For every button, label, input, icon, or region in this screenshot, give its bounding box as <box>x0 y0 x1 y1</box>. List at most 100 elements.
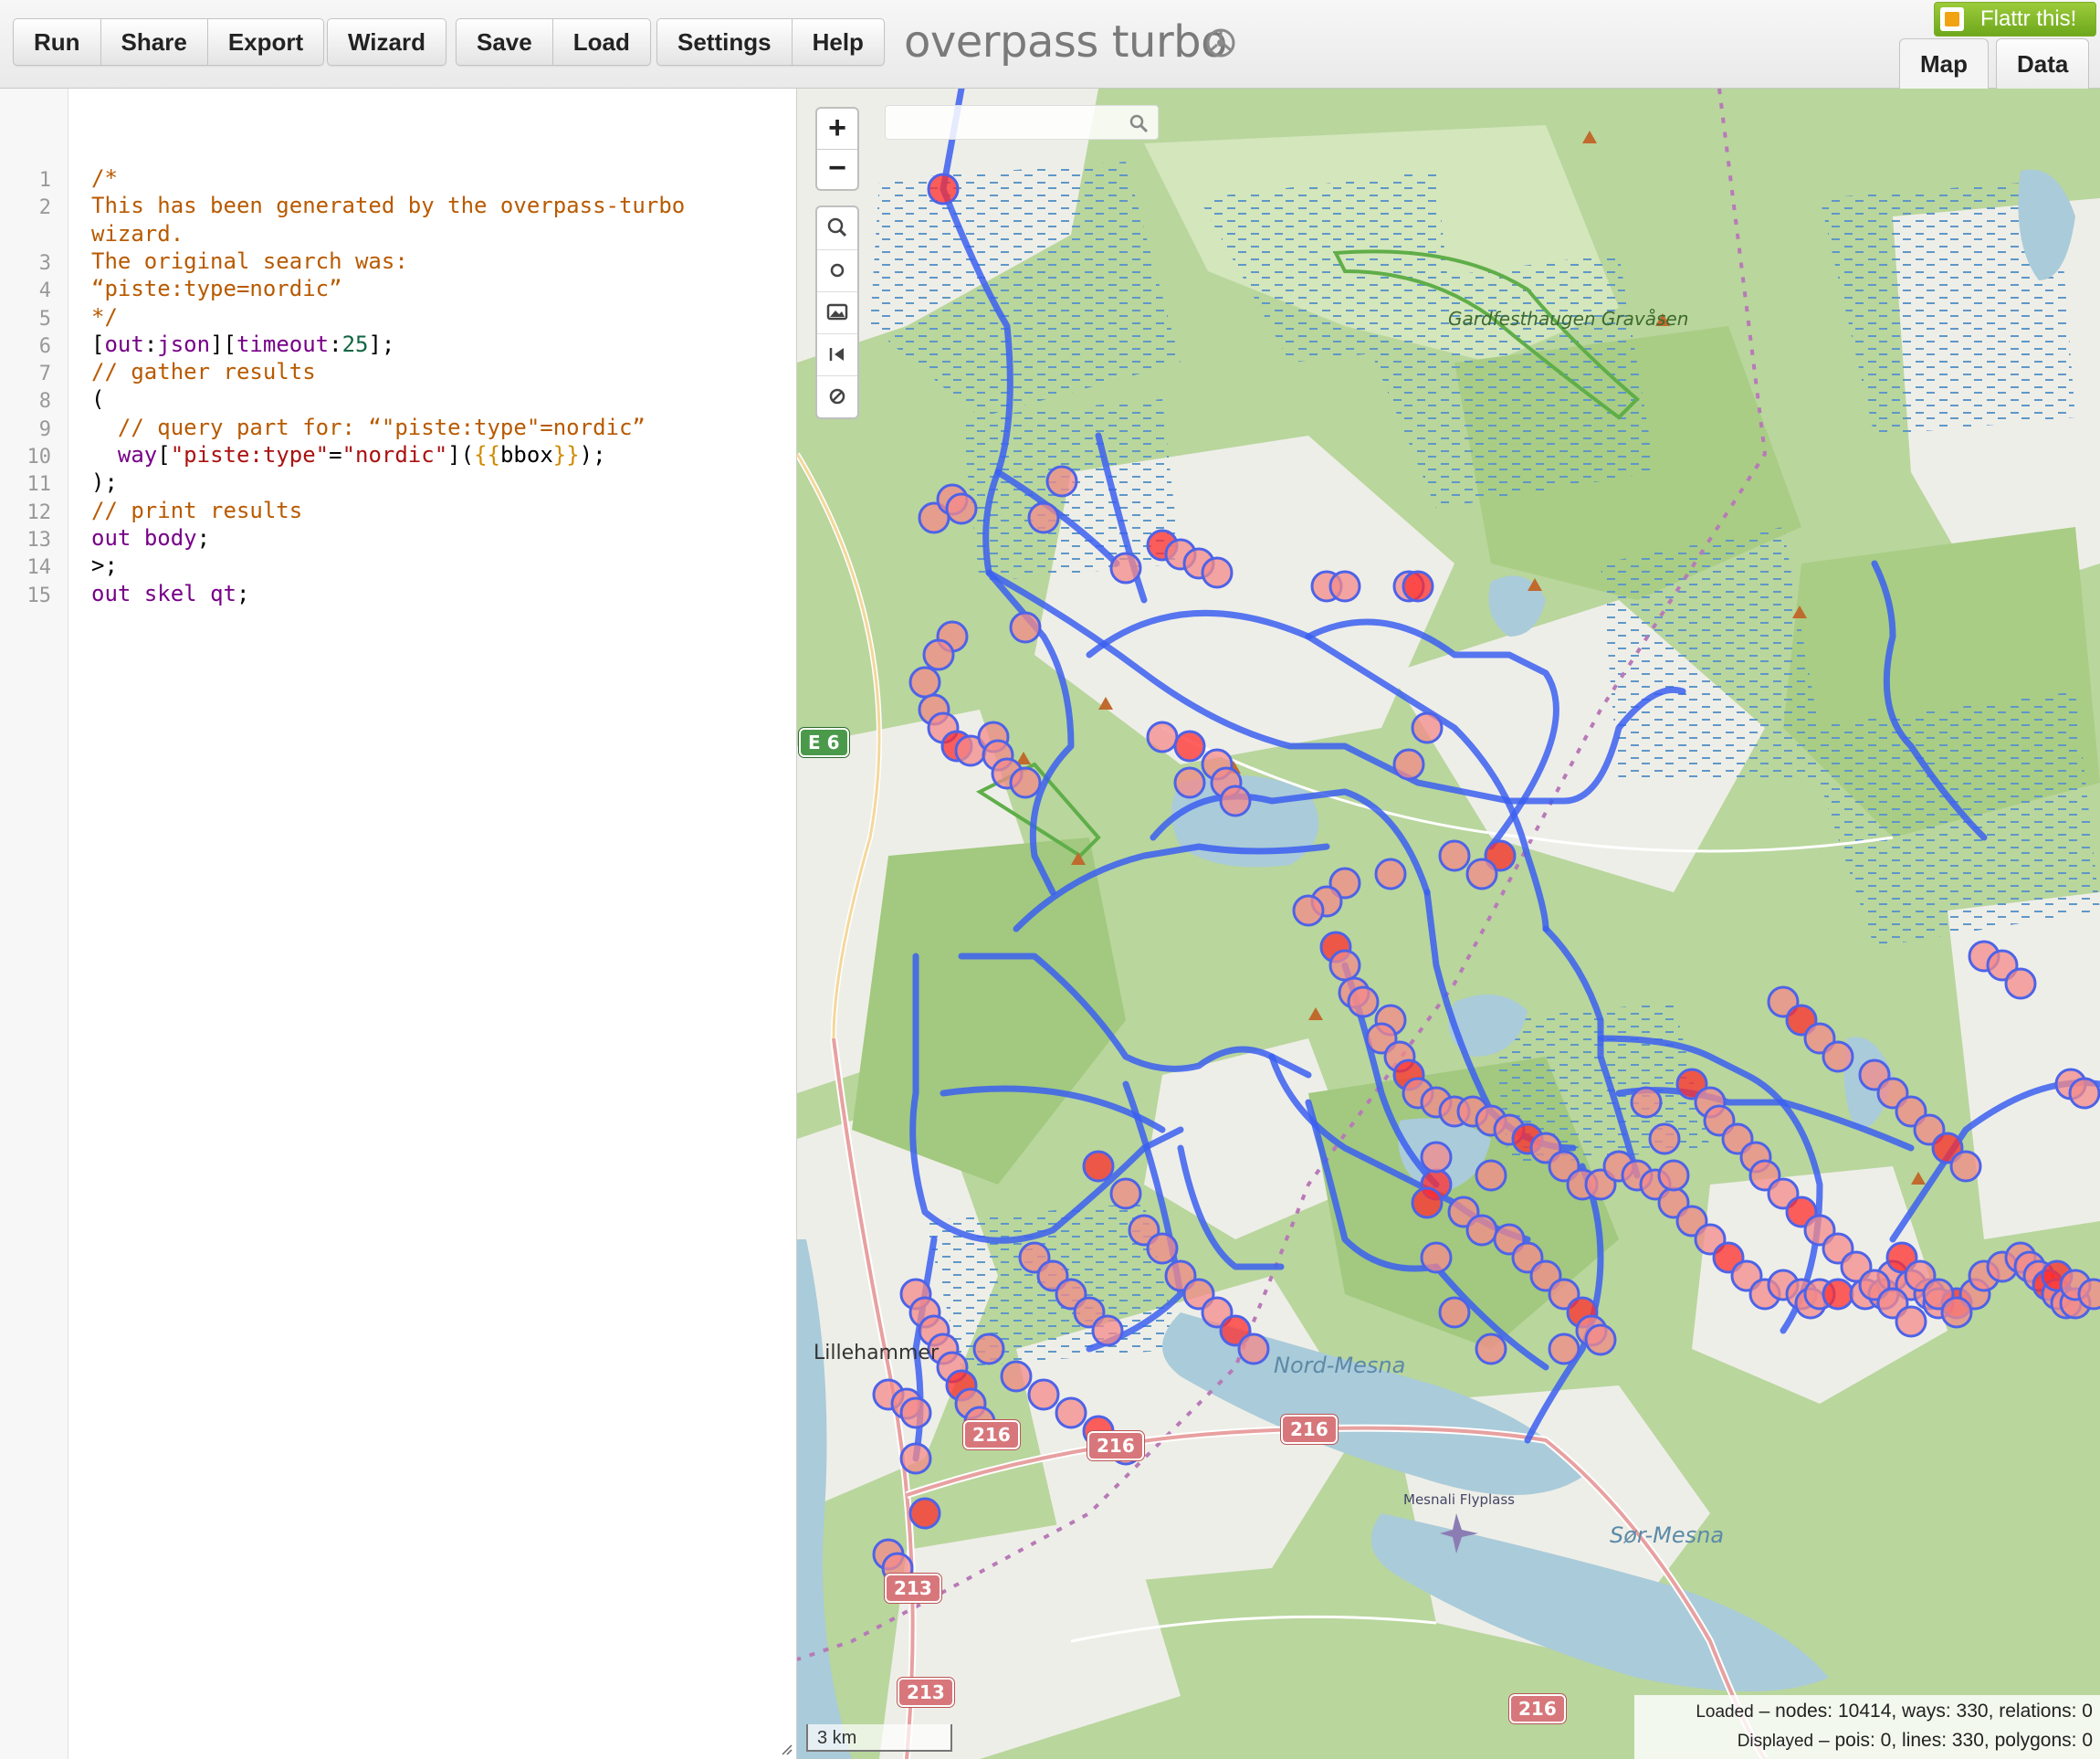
stats-loaded-label: Loaded <box>1696 1702 1754 1722</box>
run-share-export-group: Run Share Export <box>13 18 325 66</box>
piste-node-marker <box>1091 1314 1124 1347</box>
piste-node-marker <box>1657 1159 1690 1192</box>
piste-node-marker <box>922 638 955 671</box>
code-line: /* <box>91 165 118 191</box>
piste-node-marker <box>1237 1332 1270 1365</box>
line-number: 9 <box>38 417 51 441</box>
code-line: wizard. <box>91 220 184 247</box>
clear-data-button[interactable] <box>817 375 857 417</box>
previous-icon <box>829 348 844 361</box>
piste-node-marker <box>908 666 941 699</box>
piste-node-marker <box>1895 1305 1927 1338</box>
piste-node-marker <box>899 1442 932 1475</box>
piste-node-marker <box>1402 570 1434 603</box>
code-line: ); <box>91 469 118 496</box>
piste-node-marker <box>1328 570 1361 603</box>
locate-button[interactable] <box>817 249 857 292</box>
data-stats: Loaded – nodes: 10414, ways: 330, relati… <box>1634 1695 2100 1759</box>
line-number: 2 <box>38 196 51 220</box>
code-line: This has been generated by the overpass-… <box>91 193 686 219</box>
code-line: >; <box>91 553 118 579</box>
piste-node-marker <box>1420 1241 1453 1274</box>
code-line: The original search was: <box>91 248 408 274</box>
export-image-button[interactable] <box>817 291 857 334</box>
settings-help-group: Settings Help <box>656 18 885 66</box>
code-line: out body; <box>91 524 211 551</box>
piste-node-marker <box>1438 1296 1471 1329</box>
help-button[interactable]: Help <box>793 19 884 65</box>
line-number: 15 <box>26 584 52 607</box>
piste-node-marker <box>1009 766 1042 799</box>
piste-node-marker <box>1173 730 1206 763</box>
piste-node-marker <box>1584 1323 1617 1356</box>
piste-node-marker <box>1045 465 1078 498</box>
airport-label: Mesnali Flyplass <box>1403 1491 1515 1508</box>
piste-node-marker <box>1146 721 1179 753</box>
line-number: 5 <box>38 307 51 331</box>
map-view[interactable]: Gardfesthaugen Gravåsen Nord-Mesna Sør-M… <box>797 89 2100 1759</box>
flattr-button[interactable]: Flattr this! <box>1934 2 2096 37</box>
piste-node-marker <box>1292 894 1325 927</box>
export-button[interactable]: Export <box>208 19 323 65</box>
piste-node-marker <box>1027 501 1060 534</box>
zoom-to-data-button[interactable] <box>817 207 857 250</box>
area-label: Gardfesthaugen Gravåsen <box>1448 308 1689 330</box>
resize-handle-icon[interactable] <box>778 1741 793 1755</box>
tab-map[interactable]: Map <box>1899 38 1989 89</box>
piste-node-marker <box>1109 552 1142 585</box>
map-search-input[interactable] <box>885 105 1159 140</box>
piste-node-marker <box>1822 1278 1854 1311</box>
piste-route <box>1177 1144 1285 1270</box>
save-button[interactable]: Save <box>457 19 553 65</box>
stats-loaded-value: – nodes: 10414, ways: 330, relations: 0 <box>1759 1701 2093 1722</box>
piste-node-marker <box>1082 1150 1115 1183</box>
query-editor[interactable]: 1 2 3 4 5 6 7 8 9 10 11 12 13 14 15 /* This has been ge… <box>0 89 797 1759</box>
piste-node-marker <box>1027 1378 1060 1411</box>
flattr-label: Flattr this! <box>1980 6 2077 31</box>
save-load-group: Save Load <box>456 18 651 66</box>
stats-displayed: Displayed – pois: 0, lines: 330, polygon… <box>1738 1730 2093 1752</box>
lake-label-sor-mesna: Sør-Mesna <box>1610 1522 1725 1548</box>
previous-button[interactable] <box>817 333 857 376</box>
town-label: Lillehammer <box>814 1342 939 1364</box>
code-line: way["piste:type"="nordic"]({{bbox}}); <box>117 442 606 468</box>
stats-displayed-label: Displayed <box>1737 1732 1814 1751</box>
wizard-button[interactable]: Wizard <box>328 19 446 65</box>
piste-node-marker <box>1219 785 1252 817</box>
search-icon[interactable] <box>1128 112 1150 134</box>
tab-data[interactable]: Data <box>1996 38 2090 89</box>
piste-node-marker <box>908 1497 941 1530</box>
line-number: 3 <box>38 251 51 275</box>
piste-node-marker <box>1000 1360 1033 1393</box>
piste-node-marker <box>1438 839 1471 872</box>
settings-button[interactable]: Settings <box>657 19 793 65</box>
zoom-in-button[interactable]: + <box>817 109 857 150</box>
line-number: 7 <box>38 363 51 386</box>
share-button[interactable]: Share <box>101 19 208 65</box>
piste-node-marker <box>1347 985 1380 1018</box>
line-number-gutter: 1 2 3 4 5 6 7 8 9 10 11 12 13 14 15 <box>0 89 68 1759</box>
piste-node-marker <box>1822 1040 1854 1073</box>
piste-node-marker <box>1411 711 1444 744</box>
piste-node-marker <box>1109 1177 1142 1210</box>
load-button[interactable]: Load <box>553 19 650 65</box>
line-number: 11 <box>26 473 52 497</box>
piste-node-marker <box>1201 556 1234 589</box>
code-line: ( <box>91 386 105 413</box>
piste-node-marker <box>2077 1278 2100 1311</box>
piste-node-marker <box>1009 611 1042 644</box>
piste-node-marker <box>1465 858 1498 890</box>
piste-node-marker <box>1548 1332 1580 1365</box>
line-number: 14 <box>26 556 52 580</box>
code-line: [out:json][timeout:25]; <box>91 331 395 357</box>
piste-route <box>1542 925 1641 1179</box>
wizard-group: Wizard <box>327 18 446 66</box>
run-button[interactable]: Run <box>14 19 101 65</box>
piste-node-marker <box>2004 967 2037 1000</box>
zoom-out-button[interactable]: − <box>817 149 857 189</box>
piste-node-marker <box>1411 1186 1444 1219</box>
piste-node-marker <box>927 173 960 205</box>
road-shield-213: 213 <box>885 1574 941 1603</box>
piste-route <box>1013 843 1330 932</box>
piste-node-marker <box>1374 858 1407 890</box>
